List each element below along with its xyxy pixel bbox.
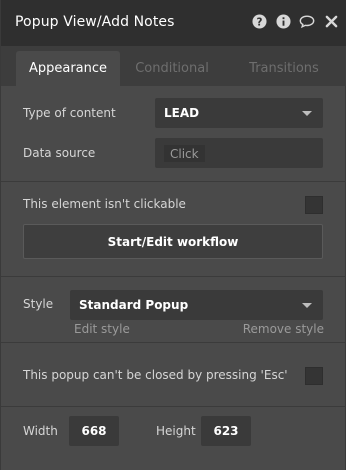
esc-section: This popup can't be closed by pressing '…	[1, 343, 346, 407]
not-clickable-label: This element isn't clickable	[23, 197, 186, 211]
width-label: Width	[23, 424, 58, 438]
type-of-content-label: Type of content	[23, 106, 116, 120]
close-icon[interactable]	[323, 13, 339, 29]
tab-transitions[interactable]: Transitions	[231, 51, 337, 86]
help-icon[interactable]: ?	[251, 13, 267, 29]
not-clickable-checkbox[interactable]	[305, 196, 323, 214]
chevron-down-icon	[302, 111, 312, 116]
panel-title: Popup View/Add Notes	[15, 14, 175, 30]
content-section: Type of content LEAD Data source Click	[1, 86, 346, 182]
remove-style-link[interactable]: Remove style	[243, 322, 324, 336]
data-source-placeholder: Click	[164, 145, 205, 162]
clickable-section: This element isn't clickable Start/Edit …	[1, 182, 346, 277]
tab-bar: Appearance Conditional Transitions	[1, 46, 346, 86]
style-label: Style	[23, 297, 54, 311]
edit-style-link[interactable]: Edit style	[74, 322, 130, 336]
esc-checkbox[interactable]	[305, 367, 323, 385]
comment-icon[interactable]	[299, 13, 315, 29]
property-editor-panel: Popup View/Add Notes ? Appearance Condit…	[0, 0, 346, 470]
height-input[interactable]: 623	[201, 416, 251, 446]
type-of-content-value: LEAD	[164, 106, 200, 120]
size-section: Width 668 Height 623	[1, 407, 346, 470]
esc-label: This popup can't be closed by pressing '…	[23, 368, 288, 382]
titlebar[interactable]: Popup View/Add Notes ?	[1, 0, 346, 46]
style-section: Style Standard Popup Edit style Remove s…	[1, 277, 346, 343]
style-dropdown[interactable]: Standard Popup	[70, 290, 323, 320]
data-source-field[interactable]: Click	[155, 138, 323, 168]
start-edit-workflow-button[interactable]: Start/Edit workflow	[23, 224, 323, 259]
height-label: Height	[156, 424, 196, 438]
svg-text:?: ?	[256, 16, 262, 28]
titlebar-icons: ?	[251, 13, 339, 29]
style-value: Standard Popup	[79, 298, 189, 312]
type-of-content-dropdown[interactable]: LEAD	[155, 98, 323, 128]
tab-conditional[interactable]: Conditional	[126, 51, 218, 86]
tab-appearance[interactable]: Appearance	[16, 51, 120, 86]
chevron-down-icon	[302, 303, 312, 308]
info-icon[interactable]	[275, 13, 291, 29]
width-input[interactable]: 668	[69, 416, 119, 446]
data-source-label: Data source	[23, 146, 96, 160]
